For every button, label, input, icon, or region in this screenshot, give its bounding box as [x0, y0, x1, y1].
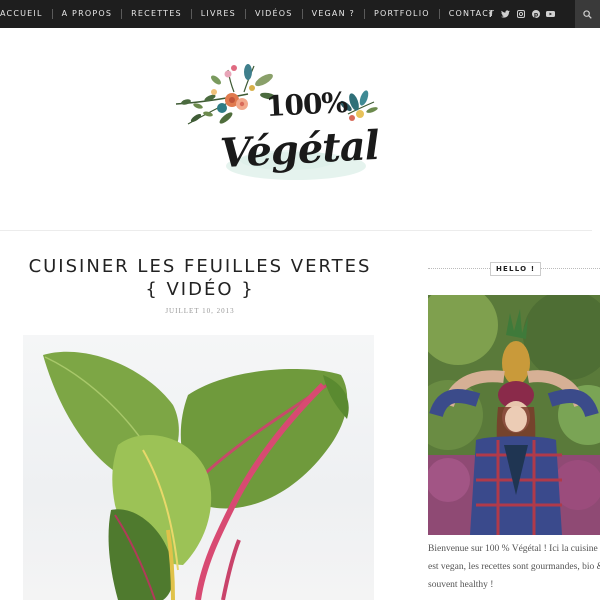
- twitter-icon[interactable]: [501, 10, 510, 19]
- site-logo[interactable]: 100% Végétal: [168, 58, 388, 183]
- nav-item-portfolio[interactable]: PORTFOLIO: [363, 9, 439, 19]
- post-date: JUILLET 10, 2013: [165, 307, 235, 315]
- sidebar-bio: Bienvenue sur 100 % Végétal ! Ici la cui…: [428, 544, 600, 590]
- logo-text-name: Végétal: [218, 121, 380, 178]
- header-divider: [0, 230, 592, 231]
- post-title[interactable]: CUISINER LES FEUILLES VERTES { VIDÉO }: [20, 255, 380, 301]
- nav-item-a-propos[interactable]: A PROPOS: [51, 9, 122, 19]
- widget-title-hello: HELLO !: [490, 262, 542, 276]
- search-button[interactable]: [575, 0, 600, 28]
- facebook-icon[interactable]: f: [486, 10, 495, 19]
- nav-item-videos[interactable]: VIDÉOS: [244, 9, 302, 19]
- main-menu: ACCUEIL A PROPOS RECETTES LIVRES VIDÉOS …: [0, 0, 504, 28]
- nav-item-accueil[interactable]: ACCUEIL: [0, 9, 52, 19]
- profile-photo-illustration: [428, 295, 600, 535]
- pinterest-icon[interactable]: p: [531, 10, 540, 19]
- search-icon: [583, 9, 592, 19]
- logo-text-percent: 100%: [265, 85, 348, 124]
- nav-item-recettes[interactable]: RECETTES: [121, 9, 191, 19]
- chard-leaves-illustration: [43, 351, 349, 600]
- nav-item-vegan[interactable]: VEGAN ?: [301, 9, 364, 19]
- profile-photo[interactable]: [428, 295, 600, 535]
- post-image-chard[interactable]: [23, 335, 374, 600]
- svg-text:p: p: [533, 11, 538, 18]
- nav-item-livres[interactable]: LIVRES: [190, 9, 245, 19]
- youtube-icon[interactable]: [546, 10, 555, 19]
- social-links: f p: [486, 0, 555, 28]
- top-nav-bar: ACCUEIL A PROPOS RECETTES LIVRES VIDÉOS …: [0, 0, 600, 28]
- instagram-icon[interactable]: [516, 10, 525, 19]
